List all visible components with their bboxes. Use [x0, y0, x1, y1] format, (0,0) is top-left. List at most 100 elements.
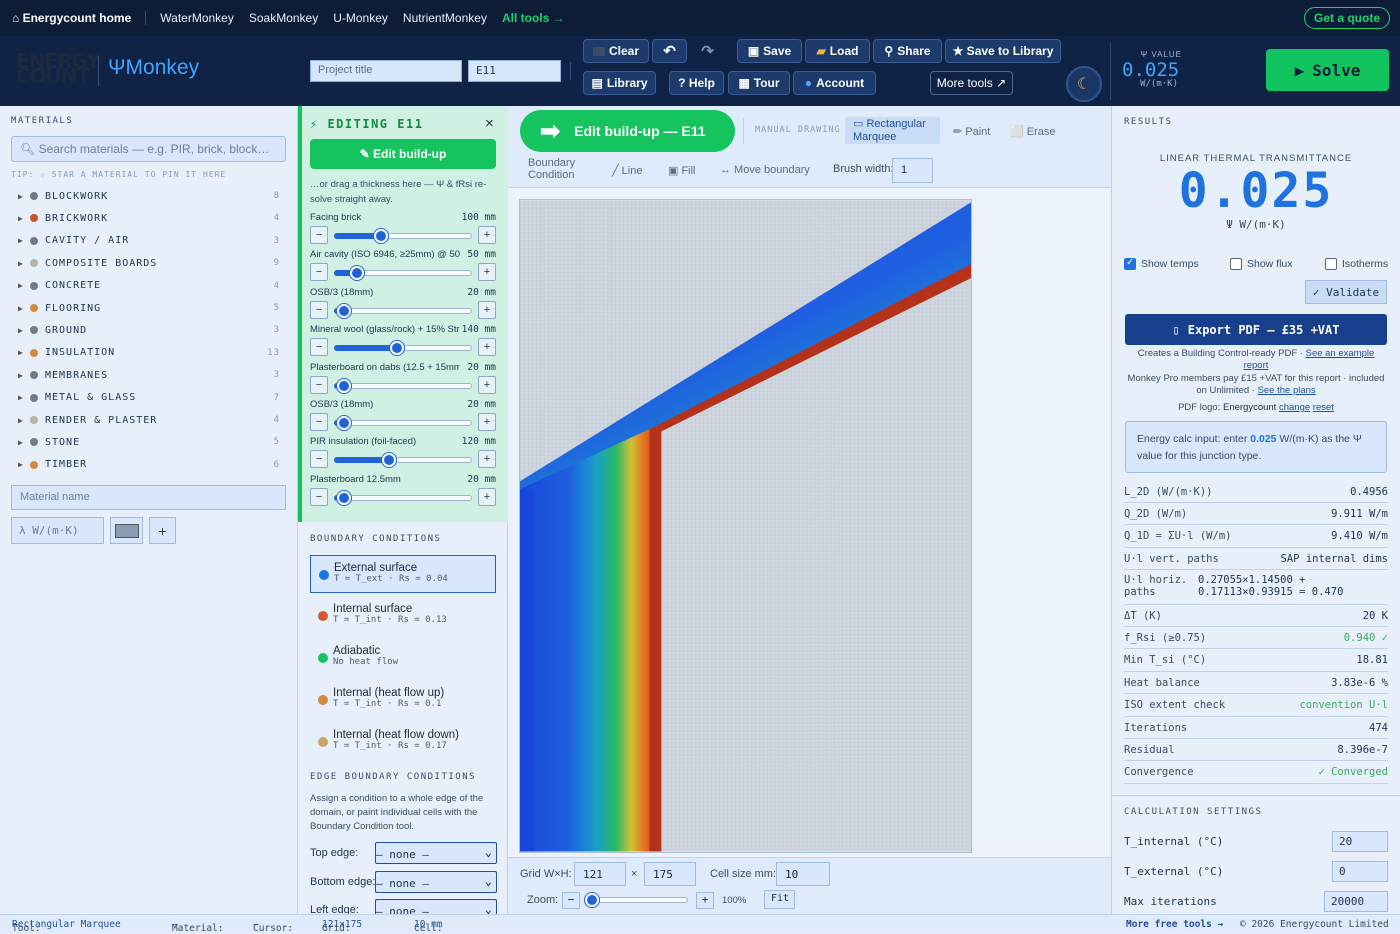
- show-flux-checkbox[interactable]: Show flux: [1230, 258, 1293, 270]
- undo-button[interactable]: ↶: [652, 39, 687, 63]
- logo-reset-link[interactable]: reset: [1313, 402, 1334, 413]
- fit-button[interactable]: Fit: [764, 890, 795, 909]
- psimonkey-logo[interactable]: ΨMonkey: [108, 56, 199, 80]
- layer-slider-track[interactable]: [334, 420, 472, 426]
- load-button[interactable]: ▰ Load: [805, 39, 870, 63]
- thermal-canvas[interactable]: [519, 199, 972, 853]
- lambda-input[interactable]: λ W/(m·K): [11, 517, 104, 544]
- grid-width-input[interactable]: 121: [574, 862, 626, 886]
- material-category[interactable]: ▶ CONCRETE 4: [18, 276, 280, 296]
- layer-slider-thumb[interactable]: [390, 341, 405, 356]
- zoom-out-button[interactable]: −: [562, 892, 580, 909]
- layer-decrease-button[interactable]: −: [310, 300, 328, 319]
- zoom-slider-track[interactable]: [588, 897, 688, 903]
- material-name-input[interactable]: Material name: [11, 485, 286, 510]
- nav-link-soakmonkey[interactable]: SoakMonkey: [249, 11, 318, 25]
- layer-slider-thumb[interactable]: [336, 303, 351, 318]
- logo-change-link[interactable]: change: [1279, 402, 1310, 413]
- layer-decrease-button[interactable]: −: [310, 338, 328, 357]
- redo-button[interactable]: ↷: [690, 39, 725, 63]
- close-icon[interactable]: ×: [485, 115, 494, 132]
- layer-increase-button[interactable]: +: [478, 300, 496, 319]
- more-free-tools-link[interactable]: More free tools →: [1126, 919, 1223, 930]
- layer-decrease-button[interactable]: −: [310, 450, 328, 469]
- material-category[interactable]: ▶ FLOORING 5: [18, 298, 280, 318]
- nav-link-watermonkey[interactable]: WaterMonkey: [160, 11, 234, 25]
- account-button[interactable]: ● Account: [793, 71, 876, 95]
- energycount-logo[interactable]: ENERGY COUNT: [16, 51, 101, 86]
- project-title-input[interactable]: Project title: [310, 60, 462, 82]
- tour-button[interactable]: ▦ Tour: [728, 71, 790, 95]
- boundary-condition-option[interactable]: Adiabatic No heat flow: [310, 639, 496, 677]
- layer-slider-thumb[interactable]: [336, 378, 351, 393]
- material-category[interactable]: ▶ RENDER & PLASTER 4: [18, 410, 280, 430]
- cell-size-input[interactable]: 10: [776, 862, 830, 886]
- layer-increase-button[interactable]: +: [478, 450, 496, 469]
- material-category[interactable]: ▶ METAL & GLASS 7: [18, 388, 280, 408]
- tool-boundary-condition[interactable]: Boundary Condition: [528, 157, 598, 181]
- layer-decrease-button[interactable]: −: [310, 413, 328, 431]
- export-pdf-button[interactable]: ▯ Export PDF — £35 +VAT: [1125, 314, 1387, 345]
- material-color-picker[interactable]: [110, 517, 143, 544]
- show-temps-checkbox[interactable]: Show temps: [1124, 257, 1199, 270]
- material-category[interactable]: ▶ INSULATION 13: [18, 343, 280, 363]
- add-material-button[interactable]: +: [149, 517, 176, 544]
- material-category[interactable]: ▶ BLOCKWORK 8: [18, 186, 280, 206]
- zoom-in-button[interactable]: +: [696, 892, 714, 909]
- material-category[interactable]: ▶ CAVITY / AIR 3: [18, 231, 280, 251]
- grid-height-input[interactable]: 175: [644, 862, 696, 886]
- boundary-condition-option[interactable]: Internal (heat flow up) T = T_int · Rs = …: [310, 681, 496, 719]
- validate-button[interactable]: ✓ Validate: [1305, 280, 1387, 304]
- layer-decrease-button[interactable]: −: [310, 226, 328, 244]
- see-plans-link[interactable]: See the plans: [1258, 385, 1316, 396]
- get-quote-button[interactable]: Get a quote: [1303, 7, 1390, 29]
- tool-rectangular-marquee[interactable]: ▭ Rectangular Marquee: [845, 117, 940, 144]
- edit-buildup-big-button[interactable]: ➡ Edit build-up — E11: [520, 110, 735, 152]
- calc-setting-input[interactable]: 0: [1332, 861, 1388, 882]
- library-button[interactable]: ▤ Library: [583, 71, 656, 95]
- help-button[interactable]: ? Help: [669, 71, 724, 95]
- layer-slider-track[interactable]: [334, 307, 472, 314]
- layer-increase-button[interactable]: +: [478, 487, 496, 506]
- isotherms-checkbox[interactable]: Isotherms: [1325, 258, 1388, 270]
- layer-slider-thumb[interactable]: [350, 266, 365, 281]
- dark-mode-toggle[interactable]: ☾: [1066, 66, 1102, 102]
- save-to-library-button[interactable]: ★ Save to Library: [945, 39, 1061, 63]
- calc-setting-input[interactable]: 20000: [1324, 891, 1388, 912]
- material-category[interactable]: ▶ STONE 5: [18, 432, 280, 452]
- boundary-condition-option[interactable]: External surface T = T_ext · Rs = 0.04: [310, 555, 496, 593]
- all-tools-link[interactable]: All tools →: [502, 11, 565, 25]
- nav-link-nutrientmonkey[interactable]: NutrientMonkey: [403, 11, 487, 25]
- edge-select[interactable]: – none – ⌄: [375, 842, 497, 864]
- layer-decrease-button[interactable]: −: [310, 375, 328, 394]
- layer-slider-thumb[interactable]: [382, 453, 397, 468]
- material-category[interactable]: ▶ GROUND 3: [18, 320, 280, 340]
- tool-move-boundary[interactable]: ↔ Move boundary: [720, 164, 810, 176]
- tool-paint[interactable]: ✏ Paint: [953, 125, 990, 138]
- tool-line[interactable]: ╱ Line: [612, 164, 642, 177]
- layer-slider-track[interactable]: [334, 382, 472, 389]
- layer-increase-button[interactable]: +: [478, 263, 496, 282]
- material-category[interactable]: ▶ COMPOSITE BOARDS 9: [18, 253, 280, 273]
- layer-increase-button[interactable]: +: [478, 338, 496, 357]
- edit-buildup-button[interactable]: ✎ Edit build-up: [310, 139, 496, 169]
- layer-slider-thumb[interactable]: [336, 416, 351, 430]
- brush-width-input[interactable]: 1: [892, 158, 933, 183]
- layer-slider-track[interactable]: [334, 494, 472, 501]
- clear-button[interactable]: Clear: [583, 39, 649, 63]
- material-category[interactable]: ▶ TIMBER 6: [18, 455, 280, 475]
- layer-increase-button[interactable]: +: [478, 375, 496, 394]
- junction-code-input[interactable]: E11: [468, 60, 561, 82]
- layer-slider-thumb[interactable]: [373, 229, 388, 243]
- share-button[interactable]: ⚲ Share: [873, 39, 942, 63]
- boundary-condition-option[interactable]: Internal surface T = T_int · Rs = 0.13: [310, 597, 496, 635]
- edge-select[interactable]: – none – ⌄: [375, 870, 497, 893]
- layer-increase-button[interactable]: +: [478, 413, 496, 431]
- solve-button[interactable]: ▶ Solve: [1266, 49, 1389, 91]
- home-link[interactable]: ⌂ Energycount home: [12, 11, 147, 25]
- zoom-slider-thumb[interactable]: [585, 893, 599, 907]
- save-button[interactable]: ▣ Save: [737, 39, 802, 63]
- tool-erase[interactable]: ⬜ Erase: [1010, 125, 1056, 138]
- calc-setting-input[interactable]: 20: [1332, 831, 1388, 852]
- boundary-condition-option[interactable]: Internal (heat flow down) T = T_int · Rs …: [310, 723, 496, 761]
